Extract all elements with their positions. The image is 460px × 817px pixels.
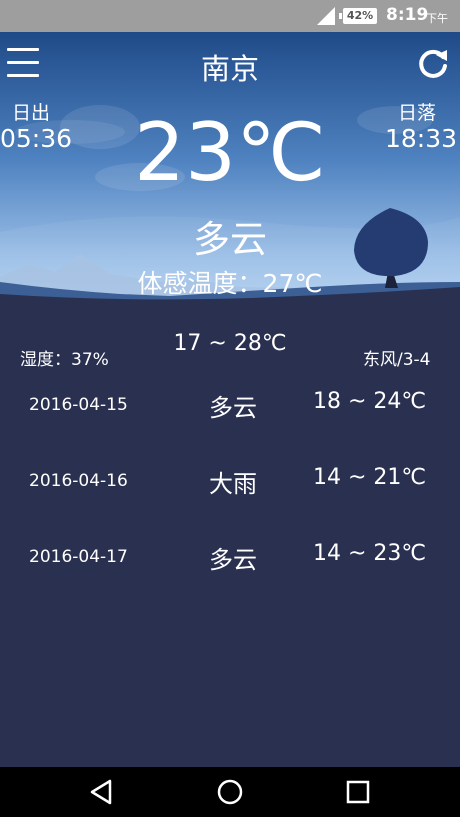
forecast-weather: 大雨 <box>209 470 257 498</box>
current-temperature: 23℃ <box>134 106 326 199</box>
forecast-row: 2016-04-17 多云 14 ~ 23℃ <box>0 538 460 578</box>
feels-like-temperature: 体感温度：27℃ <box>137 269 323 298</box>
home-icon[interactable] <box>216 778 244 806</box>
recents-icon[interactable] <box>344 778 372 806</box>
forecast-range: 14 ~ 23℃ <box>313 541 427 566</box>
battery-indicator: 42% <box>339 8 377 24</box>
forecast-date: 2016-04-16 <box>29 471 128 491</box>
wind: 东风/3-4 <box>363 350 431 370</box>
status-clock: 8:19 <box>386 5 429 25</box>
forecast-range: 18 ~ 24℃ <box>313 389 427 414</box>
forecast-date: 2016-04-15 <box>29 395 128 415</box>
forecast-row: 2016-04-15 多云 18 ~ 24℃ <box>0 386 460 426</box>
status-ampm: 下午 <box>426 12 448 25</box>
forecast-weather: 多云 <box>209 546 257 574</box>
signal-icon <box>317 7 335 25</box>
status-bar: 42% 8:19 下午 <box>0 0 460 32</box>
navigation-bar <box>0 767 460 817</box>
forecast-range: 14 ~ 21℃ <box>313 465 427 490</box>
forecast-row: 2016-04-16 大雨 14 ~ 21℃ <box>0 462 460 502</box>
current-condition: 多云 <box>193 218 267 261</box>
city-name: 南京 <box>200 52 259 86</box>
forecast-date: 2016-04-17 <box>29 547 128 567</box>
forecast-weather: 多云 <box>209 394 257 422</box>
back-icon[interactable] <box>88 778 116 806</box>
